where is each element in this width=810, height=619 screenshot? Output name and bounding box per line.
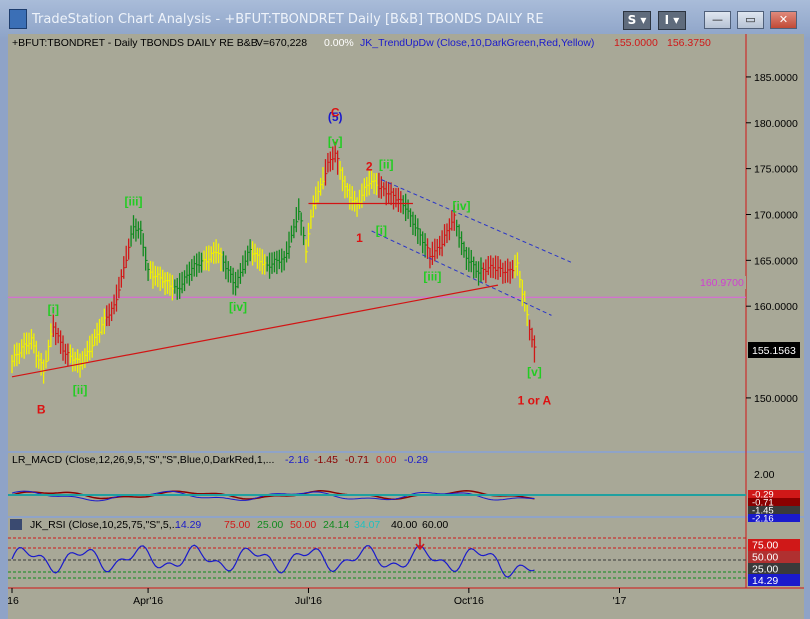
- rsi-value: 60.00: [422, 519, 448, 531]
- level-label: 160.9700: [700, 277, 744, 289]
- wave-label: B: [37, 402, 46, 416]
- rsi-header: JK_RSI (Close,10,25,75,"S",5,...: [30, 519, 180, 531]
- date-tick-label: '16: [8, 595, 19, 607]
- volume-label: V=670,228: [256, 37, 307, 49]
- indicator-i-label: I: [664, 13, 670, 27]
- rsi-value: 25.00: [257, 519, 283, 531]
- window-titlebar: TradeStation Chart Analysis - +BFUT:TBON…: [0, 0, 810, 38]
- wave-label: [iv]: [453, 199, 471, 213]
- wave-label: [i]: [376, 224, 387, 238]
- window-title: TradeStation Chart Analysis - +BFUT:TBON…: [32, 12, 544, 27]
- rsi-value: 50.00: [290, 519, 316, 531]
- minimize-button[interactable]: —: [704, 11, 731, 29]
- rsi-right-label: 75.00: [752, 540, 778, 552]
- date-tick-label: Jul'16: [295, 595, 322, 607]
- macd-value: -0.29: [404, 454, 428, 466]
- maximize-button[interactable]: ▭: [737, 11, 764, 29]
- indicator-label: JK_TrendUpDw (Close,10,DarkGreen,Red,Yel…: [360, 37, 594, 49]
- strategy-s-label: S: [627, 13, 637, 27]
- wave-label: [v]: [328, 135, 343, 149]
- macd-value: -0.71: [345, 454, 369, 466]
- wave-label: [iv]: [229, 300, 247, 314]
- macd-right-label: -2.16: [752, 514, 774, 525]
- price-tick-label: 180.0000: [754, 118, 798, 130]
- pane-divider-1: [8, 451, 804, 453]
- price-tick-label: 175.0000: [754, 164, 798, 176]
- macd-right-labels: -0.29-0.71-1.45-2.16: [748, 490, 800, 525]
- wave-label: [i]: [48, 303, 59, 317]
- price-tick-label: 170.0000: [754, 209, 798, 221]
- tradestation-app-icon: [9, 9, 27, 29]
- percent-change-label: 0.00%: [324, 37, 354, 49]
- strategy-s-button[interactable]: S ▾: [623, 11, 651, 30]
- last-price-label: 155.1563: [752, 345, 796, 357]
- wave-label: 1 or A: [518, 393, 552, 407]
- macd-value: -2.16: [285, 454, 309, 466]
- date-tick-label: Apr'16: [133, 595, 163, 607]
- macd-values: -2.16 -1.45 -0.71 0.00 -0.29: [285, 454, 428, 466]
- macd-value: 0.00: [376, 454, 397, 466]
- wave-label: [v]: [527, 365, 542, 379]
- wave-label: [iii]: [423, 270, 441, 284]
- wave-label: C: [331, 105, 340, 119]
- date-tick-label: '17: [613, 595, 627, 607]
- price-tick-label: 185.0000: [754, 72, 798, 84]
- close-button[interactable]: ✕: [770, 11, 797, 29]
- rsi-value: 40.00: [391, 519, 417, 531]
- rsi-value: 75.00: [224, 519, 250, 531]
- indicator-i-button[interactable]: I ▾: [658, 11, 686, 30]
- chart-background: [8, 34, 804, 619]
- rsi-icon: [10, 519, 22, 530]
- rsi-right-label: 25.00: [752, 564, 778, 576]
- pane-divider-2: [8, 516, 804, 518]
- rsi-right-labels: 75.0050.0025.0014.29: [748, 539, 800, 587]
- rsi-value: 14.29: [175, 519, 201, 531]
- rsi-last-label: 14.29: [752, 575, 778, 587]
- macd-header: LR_MACD (Close,12,26,9,5,"S","S",Blue,0,…: [12, 454, 274, 466]
- price-tick-label: 165.0000: [754, 255, 798, 267]
- macd-axis-tick: 2.00: [754, 469, 775, 481]
- indicator-value-2: 156.3750: [667, 37, 711, 49]
- date-tick-label: Oct'16: [454, 595, 484, 607]
- rsi-right-label: 50.00: [752, 552, 778, 564]
- macd-value: -1.45: [314, 454, 338, 466]
- wave-label: [ii]: [379, 158, 394, 172]
- wave-label: [ii]: [73, 383, 88, 397]
- indicator-value-1: 155.0000: [614, 37, 658, 49]
- wave-label: 2: [366, 159, 373, 173]
- wave-label: [iii]: [125, 194, 143, 208]
- chart-symbol-label: +BFUT:TBONDRET - Daily TBONDS DAILY RE B…: [12, 37, 258, 49]
- wave-label: 1: [356, 231, 363, 245]
- price-tick-label: 150.0000: [754, 393, 798, 405]
- rsi-value: 24.14: [323, 519, 349, 531]
- rsi-value: 34.07: [354, 519, 380, 531]
- price-chart[interactable]: +BFUT:TBONDRET - Daily TBONDS DAILY RE B…: [8, 34, 804, 619]
- price-tick-label: 160.0000: [754, 301, 798, 313]
